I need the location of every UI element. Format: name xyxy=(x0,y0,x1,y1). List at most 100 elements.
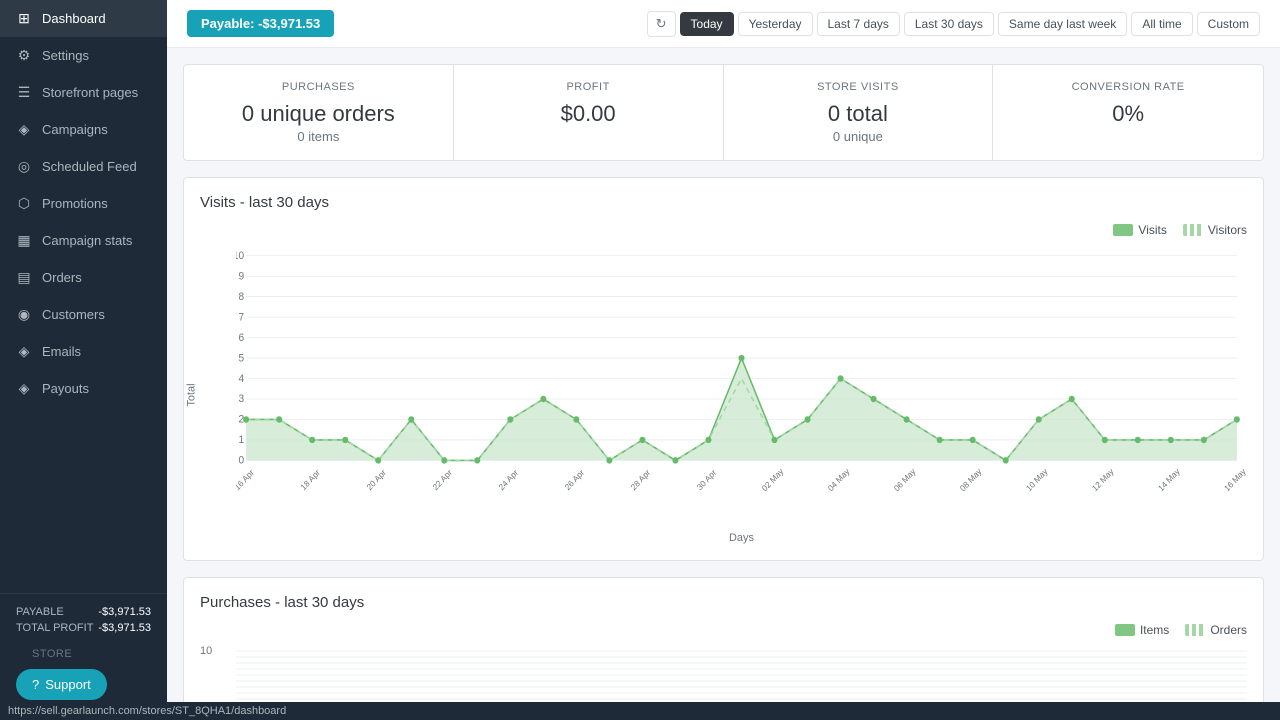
statusbar-url: https://sell.gearlaunch.com/stores/ST_8Q… xyxy=(8,705,286,717)
svg-text:3: 3 xyxy=(238,394,244,405)
visits-chart-section: Visits - last 30 days Visits Visitors To… xyxy=(183,177,1264,561)
filter-same-day[interactable]: Same day last week xyxy=(998,12,1127,36)
purchases-chart-section: Purchases - last 30 days Items Orders 10 xyxy=(183,577,1264,720)
visits-chart-container: Total 01234567891016 Apr18 Apr20 Apr22 A… xyxy=(200,245,1247,544)
svg-text:1: 1 xyxy=(238,435,244,446)
refresh-button[interactable]: ↻ xyxy=(647,11,676,37)
svg-text:5: 5 xyxy=(238,353,244,364)
sidebar-item-label: Promotions xyxy=(42,196,108,211)
svg-text:02 May: 02 May xyxy=(760,466,786,494)
legend-items: Items xyxy=(1115,623,1169,637)
filter-last30[interactable]: Last 30 days xyxy=(904,12,994,36)
sidebar-item-emails[interactable]: ◈ Emails xyxy=(0,333,167,370)
main-content: Payable: -$3,971.53 ↻ Today Yesterday La… xyxy=(167,0,1280,720)
sidebar-item-label: Customers xyxy=(42,307,105,322)
svg-text:9: 9 xyxy=(238,271,244,282)
svg-text:6: 6 xyxy=(238,333,244,344)
campaigns-icon: ◈ xyxy=(16,121,32,138)
support-icon: ? xyxy=(32,677,39,692)
svg-text:08 May: 08 May xyxy=(958,466,984,494)
stats-grid: PURCHASES 0 unique orders 0 items PROFIT… xyxy=(183,64,1264,161)
sidebar-item-label: Payouts xyxy=(42,381,89,396)
visits-chart-legend: Visits Visitors xyxy=(200,223,1247,237)
legend-visitors: Visitors xyxy=(1183,223,1247,237)
statusbar: https://sell.gearlaunch.com/stores/ST_8Q… xyxy=(0,702,1280,720)
sidebar-item-scheduled-feed[interactable]: ◎ Scheduled Feed xyxy=(0,148,167,185)
sidebar: ⊞ Dashboard ⚙ Settings ☰ Storefront page… xyxy=(0,0,167,720)
svg-text:06 May: 06 May xyxy=(892,466,918,494)
campaign-stats-icon: ▦ xyxy=(16,232,32,249)
sidebar-item-settings[interactable]: ⚙ Settings xyxy=(0,37,167,74)
svg-text:24 Apr: 24 Apr xyxy=(497,467,521,492)
legend-visits: Visits xyxy=(1113,223,1166,237)
settings-icon: ⚙ xyxy=(16,47,32,64)
sidebar-item-label: Orders xyxy=(42,270,82,285)
svg-text:10 May: 10 May xyxy=(1024,466,1050,494)
svg-text:14 May: 14 May xyxy=(1156,466,1182,494)
legend-visits-icon xyxy=(1113,224,1133,236)
payable-label: PAYABLE xyxy=(16,606,64,618)
svg-text:18 Apr: 18 Apr xyxy=(298,467,322,492)
filter-custom[interactable]: Custom xyxy=(1197,12,1260,36)
svg-text:16 Apr: 16 Apr xyxy=(236,467,256,492)
purchases-chart-title: Purchases - last 30 days xyxy=(200,594,1247,611)
y-axis-label: Total xyxy=(186,383,198,406)
svg-text:04 May: 04 May xyxy=(826,466,852,494)
support-button[interactable]: ? Support xyxy=(16,669,107,700)
sidebar-item-label: Scheduled Feed xyxy=(42,159,137,174)
svg-text:10: 10 xyxy=(236,251,244,262)
svg-text:28 Apr: 28 Apr xyxy=(629,467,653,492)
filter-today[interactable]: Today xyxy=(680,12,734,36)
orders-icon: ▤ xyxy=(16,269,32,286)
svg-text:26 Apr: 26 Apr xyxy=(563,467,587,492)
stat-store-visits: STORE VISITS 0 total 0 unique xyxy=(724,65,994,160)
legend-visitors-icon xyxy=(1183,224,1203,236)
svg-text:0: 0 xyxy=(238,455,244,466)
date-filters: ↻ Today Yesterday Last 7 days Last 30 da… xyxy=(647,11,1260,37)
sidebar-item-label: Campaign stats xyxy=(42,233,132,248)
topbar: Payable: -$3,971.53 ↻ Today Yesterday La… xyxy=(167,0,1280,48)
purchases-svg xyxy=(236,645,1247,705)
stat-profit: PROFIT $0.00 xyxy=(454,65,724,160)
sidebar-item-customers[interactable]: ◉ Customers xyxy=(0,296,167,333)
sidebar-item-dashboard[interactable]: ⊞ Dashboard xyxy=(0,0,167,37)
svg-text:16 May: 16 May xyxy=(1222,466,1247,494)
sidebar-item-label: Emails xyxy=(42,344,81,359)
svg-text:8: 8 xyxy=(238,292,244,303)
stat-conversion: CONVERSION RATE 0% xyxy=(993,65,1263,160)
payable-value: -$3,971.53 xyxy=(98,606,151,618)
sidebar-item-campaigns[interactable]: ◈ Campaigns xyxy=(0,111,167,148)
sidebar-item-label: Storefront pages xyxy=(42,85,138,100)
total-profit-value: -$3,971.53 xyxy=(98,622,151,634)
legend-orders: Orders xyxy=(1185,623,1247,637)
customers-icon: ◉ xyxy=(16,306,32,323)
sidebar-financials: PAYABLE -$3,971.53 TOTAL PROFIT -$3,971.… xyxy=(0,593,167,720)
sidebar-item-campaign-stats[interactable]: ▦ Campaign stats xyxy=(0,222,167,259)
payable-badge: Payable: -$3,971.53 xyxy=(187,10,334,37)
filter-yesterday[interactable]: Yesterday xyxy=(738,12,813,36)
sidebar-item-label: Dashboard xyxy=(42,11,106,26)
sidebar-item-label: Settings xyxy=(42,48,89,63)
legend-items-icon xyxy=(1115,624,1135,636)
sidebar-item-payouts[interactable]: ◈ Payouts xyxy=(0,370,167,407)
sidebar-item-promotions[interactable]: ⬡ Promotions xyxy=(0,185,167,222)
filter-all-time[interactable]: All time xyxy=(1131,12,1192,36)
total-profit-label: TOTAL PROFIT xyxy=(16,622,93,634)
promotions-icon: ⬡ xyxy=(16,195,32,212)
stat-purchases: PURCHASES 0 unique orders 0 items xyxy=(184,65,454,160)
dashboard-icon: ⊞ xyxy=(16,10,32,27)
sidebar-item-orders[interactable]: ▤ Orders xyxy=(0,259,167,296)
storefront-icon: ☰ xyxy=(16,84,32,101)
store-section-label: STORE xyxy=(16,638,151,664)
filter-last7[interactable]: Last 7 days xyxy=(817,12,900,36)
purchases-chart-legend: Items Orders xyxy=(200,623,1247,637)
visits-svg: 01234567891016 Apr18 Apr20 Apr22 Apr24 A… xyxy=(236,245,1247,525)
svg-text:20 Apr: 20 Apr xyxy=(364,467,388,492)
sidebar-item-label: Campaigns xyxy=(42,122,108,137)
legend-orders-icon xyxy=(1185,624,1205,636)
sidebar-item-storefront[interactable]: ☰ Storefront pages xyxy=(0,74,167,111)
x-axis-label: Days xyxy=(236,532,1247,544)
svg-text:22 Apr: 22 Apr xyxy=(431,467,455,492)
svg-text:7: 7 xyxy=(238,312,244,323)
svg-text:12 May: 12 May xyxy=(1090,466,1116,494)
